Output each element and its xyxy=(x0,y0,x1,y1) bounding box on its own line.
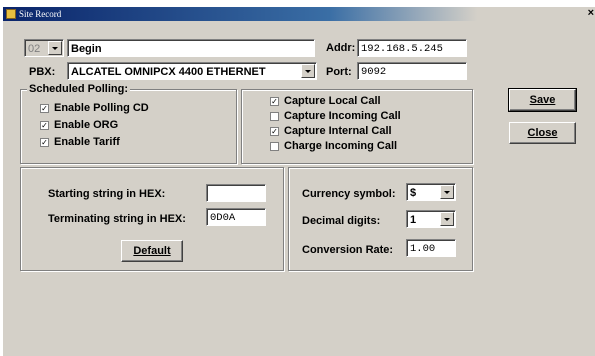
conversion-rate-field[interactable]: 1.00 xyxy=(406,239,456,257)
chevron-down-icon[interactable] xyxy=(48,41,62,55)
check-icon: ✓ xyxy=(40,137,49,147)
enable-org-checkbox[interactable]: ✓ Enable ORG xyxy=(40,119,118,131)
pbx-value: ALCATEL OMNIPCX 4400 ETHERNET xyxy=(71,66,266,78)
site-name-field[interactable]: Begin xyxy=(67,39,315,57)
close-button[interactable]: Close xyxy=(509,122,576,144)
hex-group: Starting string in HEX: Terminating stri… xyxy=(20,167,284,271)
scheduled-polling-title: Scheduled Polling: xyxy=(27,83,131,96)
site-number-value: 02 xyxy=(28,43,41,55)
default-button[interactable]: Default xyxy=(121,240,183,262)
port-label: Port: xyxy=(326,66,352,78)
enable-tariff-checkbox[interactable]: ✓ Enable Tariff xyxy=(40,136,120,148)
decimal-digits-combo[interactable]: 1 xyxy=(406,210,456,228)
capture-internal-call-checkbox[interactable]: ✓ Capture Internal Call xyxy=(270,125,392,137)
capture-group: ✓ Capture Local Call Capture Incoming Ca… xyxy=(241,89,473,164)
check-icon: ✓ xyxy=(270,126,279,136)
currency-symbol-combo[interactable]: $ xyxy=(406,183,456,201)
chevron-down-icon[interactable] xyxy=(440,212,454,226)
window-title: Site Record xyxy=(19,9,62,19)
starting-hex-label: Starting string in HEX: xyxy=(48,188,166,200)
unchecked-box-icon xyxy=(270,141,279,151)
title-bar[interactable]: Site Record × xyxy=(3,7,595,21)
scheduled-polling-group: Scheduled Polling: ✓ Enable Polling CD ✓… xyxy=(20,83,237,164)
chevron-down-icon[interactable] xyxy=(440,185,454,199)
pbx-label: PBX: xyxy=(29,66,56,78)
capture-local-call-checkbox[interactable]: ✓ Capture Local Call xyxy=(270,95,381,107)
decimal-digits-label: Decimal digits: xyxy=(302,215,381,227)
check-icon: ✓ xyxy=(40,120,49,130)
terminating-hex-field[interactable]: 0D0A xyxy=(206,208,266,226)
site-record-window: Site Record × 02 Begin Addr: 192.168.5.2… xyxy=(2,7,595,356)
unchecked-box-icon xyxy=(270,111,279,121)
currency-symbol-label: Currency symbol: xyxy=(302,188,396,200)
close-icon[interactable]: × xyxy=(588,7,594,20)
currency-group: Currency symbol: $ Decimal digits: 1 Con… xyxy=(288,167,473,271)
save-button[interactable]: Save xyxy=(508,88,577,112)
charge-incoming-call-checkbox[interactable]: Charge Incoming Call xyxy=(270,140,397,152)
chevron-down-icon[interactable] xyxy=(301,64,315,78)
terminating-hex-label: Terminating string in HEX: xyxy=(48,213,186,225)
addr-label: Addr: xyxy=(326,42,356,54)
check-icon: ✓ xyxy=(40,103,49,113)
site-number-combo[interactable]: 02 xyxy=(24,39,64,57)
starting-hex-field[interactable] xyxy=(206,184,266,202)
pbx-combo[interactable]: ALCATEL OMNIPCX 4400 ETHERNET xyxy=(67,62,317,80)
addr-field[interactable]: 192.168.5.245 xyxy=(357,39,467,57)
check-icon: ✓ xyxy=(270,96,279,106)
enable-polling-cd-checkbox[interactable]: ✓ Enable Polling CD xyxy=(40,102,149,114)
capture-incoming-call-checkbox[interactable]: Capture Incoming Call xyxy=(270,110,401,122)
conversion-rate-label: Conversion Rate: xyxy=(302,244,394,256)
app-icon xyxy=(6,9,16,19)
decimal-digits-value: 1 xyxy=(410,214,417,226)
port-field[interactable]: 9092 xyxy=(357,62,467,80)
currency-symbol-value: $ xyxy=(410,187,417,199)
